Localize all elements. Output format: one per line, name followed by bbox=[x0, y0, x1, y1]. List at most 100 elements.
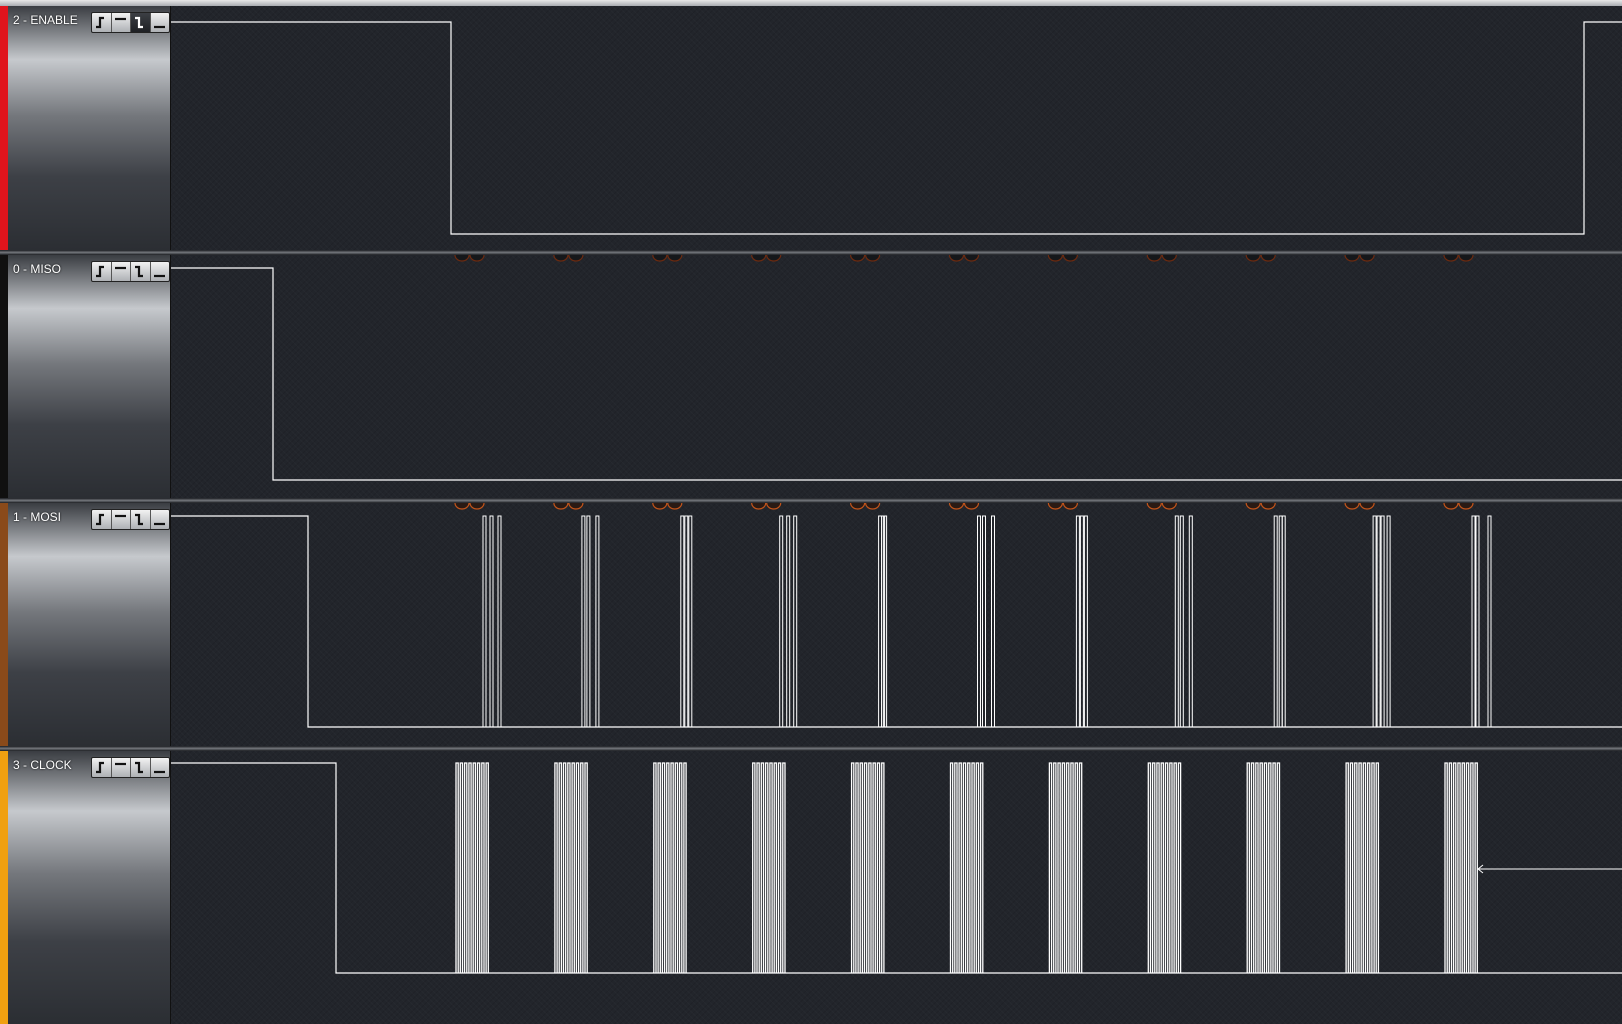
byte-marker[interactable] bbox=[766, 255, 782, 262]
byte-marker[interactable] bbox=[850, 255, 866, 262]
low-level-trigger-button[interactable] bbox=[151, 758, 170, 777]
mosi-pulse bbox=[1471, 515, 1476, 727]
low-level-trigger-button[interactable] bbox=[151, 510, 170, 529]
byte-marker[interactable] bbox=[1443, 255, 1459, 262]
byte-marker[interactable] bbox=[963, 255, 980, 262]
byte-marker[interactable] bbox=[652, 255, 668, 262]
clock-pulse bbox=[1349, 762, 1354, 973]
byte-marker[interactable] bbox=[553, 503, 569, 510]
clock-pulse bbox=[580, 762, 584, 973]
clock-pulse bbox=[476, 762, 481, 973]
byte-marker[interactable] bbox=[865, 503, 881, 510]
byte-marker[interactable] bbox=[1359, 503, 1375, 510]
byte-marker[interactable] bbox=[667, 255, 683, 262]
channel-label-panel[interactable]: 1 - MOSI bbox=[0, 503, 171, 746]
byte-marker[interactable] bbox=[568, 503, 584, 510]
byte-marker[interactable] bbox=[1344, 503, 1360, 510]
byte-marker[interactable] bbox=[1047, 503, 1063, 510]
clock-pulse bbox=[678, 762, 683, 973]
byte-marker[interactable] bbox=[948, 255, 965, 262]
byte-marker[interactable] bbox=[766, 503, 782, 510]
high-level-trigger-button[interactable] bbox=[112, 510, 131, 529]
high-level-trigger-button[interactable] bbox=[112, 13, 131, 32]
byte-marker[interactable] bbox=[1146, 255, 1162, 262]
waveform-area[interactable] bbox=[171, 751, 1622, 1024]
waveform-area[interactable] bbox=[171, 6, 1622, 250]
byte-marker[interactable] bbox=[1047, 255, 1063, 262]
high-level-trigger-button[interactable] bbox=[112, 758, 131, 777]
channel-label-panel[interactable]: 0 - MISO bbox=[0, 255, 171, 498]
rising-edge-trigger-button[interactable] bbox=[92, 758, 112, 777]
falling-edge-trigger-button[interactable] bbox=[131, 758, 151, 777]
cursor-indicator bbox=[1477, 864, 1622, 874]
mosi-pulse bbox=[1281, 515, 1286, 727]
rising-edge-trigger-button[interactable] bbox=[92, 510, 112, 529]
byte-marker[interactable] bbox=[1245, 503, 1261, 510]
falling-edge-trigger-icon bbox=[134, 761, 143, 774]
clock-pulse bbox=[1061, 762, 1066, 973]
rising-edge-trigger-button[interactable] bbox=[92, 262, 112, 281]
byte-marker[interactable] bbox=[568, 255, 584, 262]
clock-pulse bbox=[571, 762, 575, 973]
byte-marker[interactable] bbox=[1161, 255, 1177, 262]
clock-pulse bbox=[1074, 762, 1079, 973]
byte-marker[interactable] bbox=[1146, 503, 1162, 510]
mosi-pulse bbox=[1372, 515, 1377, 727]
clock-pulse bbox=[1048, 762, 1053, 973]
clock-pulse bbox=[958, 762, 962, 973]
byte-marker[interactable] bbox=[652, 503, 668, 510]
low-level-trigger-icon bbox=[154, 770, 166, 774]
byte-marker[interactable] bbox=[948, 503, 965, 510]
byte-marker[interactable] bbox=[667, 503, 683, 510]
byte-marker[interactable] bbox=[454, 503, 470, 510]
byte-marker[interactable] bbox=[963, 503, 980, 510]
clock-pulse bbox=[1272, 762, 1276, 973]
byte-marker[interactable] bbox=[1062, 503, 1078, 510]
waveform-area[interactable] bbox=[171, 503, 1622, 746]
byte-marker[interactable] bbox=[1260, 255, 1276, 262]
low-level-trigger-button[interactable] bbox=[151, 13, 170, 32]
waveform-svg bbox=[171, 762, 1622, 974]
high-level-trigger-icon bbox=[115, 514, 127, 518]
byte-marker[interactable] bbox=[1344, 255, 1360, 262]
byte-marker[interactable] bbox=[1443, 503, 1459, 510]
byte-marker[interactable] bbox=[454, 255, 470, 262]
mosi-pulse bbox=[1075, 515, 1080, 727]
clock-pulse bbox=[1255, 762, 1259, 973]
clock-pulse bbox=[485, 762, 489, 973]
byte-marker[interactable] bbox=[1359, 255, 1375, 262]
clock-pulse bbox=[472, 762, 477, 973]
byte-marker[interactable] bbox=[850, 503, 866, 510]
clock-pulse bbox=[1078, 762, 1083, 973]
byte-marker[interactable] bbox=[1062, 255, 1078, 262]
byte-marker[interactable] bbox=[469, 255, 485, 262]
falling-edge-trigger-button[interactable] bbox=[131, 510, 151, 529]
mosi-pulse bbox=[1174, 515, 1179, 727]
low-level-trigger-button[interactable] bbox=[151, 262, 170, 281]
channel-name: 0 - MISO bbox=[13, 262, 62, 276]
clock-pulse bbox=[554, 762, 558, 973]
channel-miso: 0 - MISO bbox=[0, 255, 1622, 498]
trigger-buttons bbox=[91, 509, 170, 530]
byte-marker[interactable] bbox=[1458, 503, 1474, 510]
channel-label-panel[interactable]: 3 - CLOCK bbox=[0, 751, 171, 1024]
rising-edge-trigger-button[interactable] bbox=[92, 13, 112, 32]
byte-marker[interactable] bbox=[553, 255, 569, 262]
channel-color-bar bbox=[0, 751, 8, 1024]
high-level-trigger-button[interactable] bbox=[112, 262, 131, 281]
byte-marker[interactable] bbox=[1260, 503, 1276, 510]
channel-label-panel[interactable]: 2 - ENABLE bbox=[0, 6, 171, 250]
falling-edge-trigger-button[interactable] bbox=[131, 262, 151, 281]
rising-edge-trigger-icon bbox=[95, 513, 104, 526]
byte-marker[interactable] bbox=[469, 503, 485, 510]
falling-edge-trigger-button[interactable] bbox=[131, 13, 151, 32]
byte-marker[interactable] bbox=[751, 503, 767, 510]
byte-marker[interactable] bbox=[751, 255, 767, 262]
byte-marker[interactable] bbox=[865, 255, 881, 262]
byte-marker[interactable] bbox=[1161, 503, 1177, 510]
byte-marker[interactable] bbox=[1245, 255, 1261, 262]
clock-pulse bbox=[967, 762, 971, 973]
mosi-pulse bbox=[489, 515, 494, 727]
byte-marker[interactable] bbox=[1458, 255, 1474, 262]
waveform-area[interactable] bbox=[171, 255, 1622, 498]
